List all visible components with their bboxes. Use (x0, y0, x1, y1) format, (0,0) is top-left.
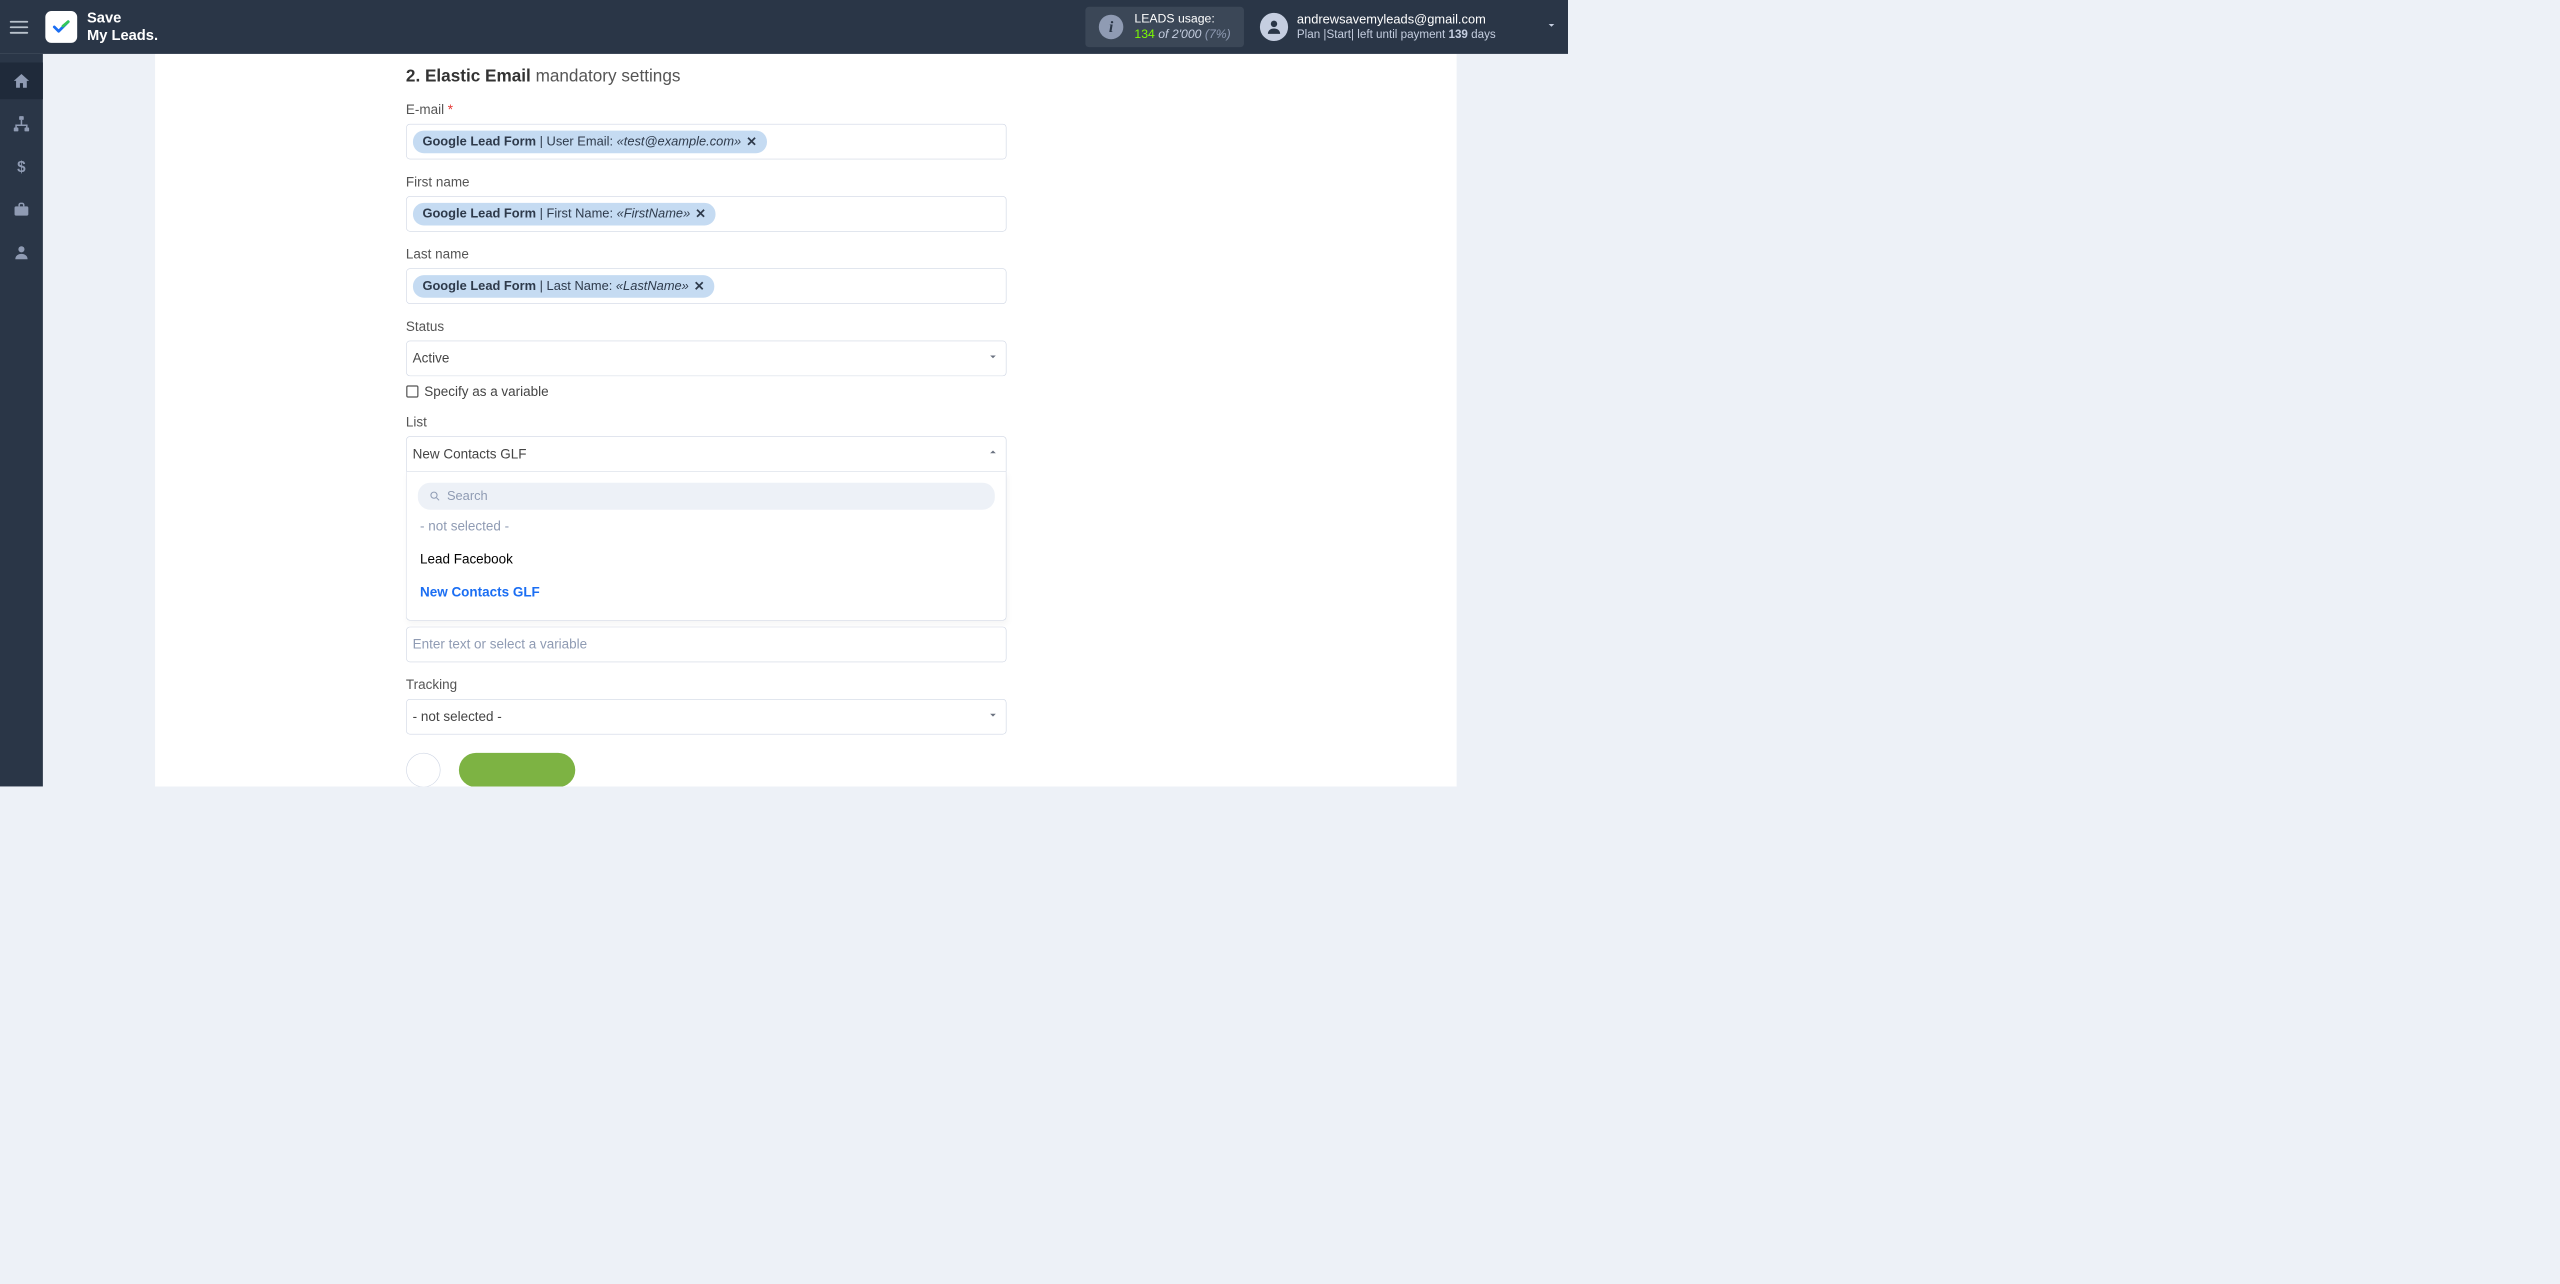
nav-account[interactable] (0, 234, 43, 271)
dollar-icon: $ (12, 157, 30, 175)
first-name-chip[interactable]: Google Lead Form | First Name: «FirstNam… (413, 202, 716, 225)
home-icon (12, 72, 30, 90)
app-name: Save My Leads. (87, 10, 158, 44)
sidebar: $ (0, 54, 43, 787)
field-first-name: First name Google Lead Form | First Name… (406, 174, 1205, 232)
chip-remove-icon[interactable]: ✕ (694, 278, 705, 293)
tracking-select[interactable]: - not selected - (406, 699, 1006, 735)
info-icon: i (1099, 15, 1124, 40)
status-select[interactable]: Active (406, 341, 1006, 377)
list-dropdown: Search - not selected - Lead Facebook Ne… (406, 472, 1006, 621)
user-info: andrewsavemyleads@gmail.com Plan |Start|… (1297, 12, 1496, 43)
list-option-new-contacts-glf[interactable]: New Contacts GLF (417, 576, 994, 609)
search-icon (428, 490, 440, 502)
usage-text: LEADS usage: 134 of 2'000 (7%) (1134, 12, 1230, 43)
field-tracking: Tracking - not selected - (406, 677, 1205, 735)
chip-remove-icon[interactable]: ✕ (695, 206, 706, 221)
nav-briefcase[interactable] (0, 191, 43, 228)
settings-card: 2. Elastic Email mandatory settings E-ma… (155, 54, 1457, 787)
nav-connections[interactable] (0, 105, 43, 142)
chevron-down-icon[interactable] (1545, 18, 1558, 35)
email-input[interactable]: Google Lead Form | User Email: «test@exa… (406, 124, 1006, 160)
continue-button[interactable] (458, 753, 574, 787)
chip-remove-icon[interactable]: ✕ (746, 134, 757, 149)
leads-usage-panel[interactable]: i LEADS usage: 134 of 2'000 (7%) (1085, 7, 1244, 47)
field-list: List New Contacts GLF Search - not selec… (406, 414, 1205, 620)
dropdown-search[interactable]: Search (417, 483, 994, 510)
app-header: Save My Leads. i LEADS usage: 134 of 2'0… (0, 0, 1568, 54)
user-menu[interactable]: andrewsavemyleads@gmail.com Plan |Start|… (1260, 12, 1496, 43)
field-extra: Enter text or select a variable (406, 627, 1205, 663)
briefcase-icon (12, 200, 30, 218)
field-last-name: Last name Google Lead Form | Last Name: … (406, 246, 1205, 304)
list-option-lead-facebook[interactable]: Lead Facebook (417, 543, 994, 576)
user-icon (12, 243, 30, 261)
chevron-up-icon (986, 445, 999, 462)
field-status: Status Active Specify as a variable (406, 319, 1205, 400)
sitemap-icon (12, 115, 30, 133)
content-area: 2. Elastic Email mandatory settings E-ma… (43, 54, 1568, 787)
first-name-input[interactable]: Google Lead Form | First Name: «FirstNam… (406, 196, 1006, 232)
email-chip[interactable]: Google Lead Form | User Email: «test@exa… (413, 130, 767, 153)
variable-input[interactable]: Enter text or select a variable (406, 627, 1006, 663)
nav-home[interactable] (0, 62, 43, 99)
nav-billing[interactable]: $ (0, 148, 43, 185)
last-name-chip[interactable]: Google Lead Form | Last Name: «LastName»… (413, 275, 715, 298)
list-option-not-selected[interactable]: - not selected - (417, 510, 994, 543)
specify-variable-row[interactable]: Specify as a variable (406, 383, 1205, 399)
chevron-down-icon (986, 350, 999, 367)
field-email: E-mail* Google Lead Form | User Email: «… (406, 102, 1205, 160)
chevron-down-icon (986, 708, 999, 725)
checkbox[interactable] (406, 385, 418, 397)
back-button[interactable] (406, 753, 440, 787)
last-name-input[interactable]: Google Lead Form | Last Name: «LastName»… (406, 268, 1006, 304)
avatar-icon (1260, 13, 1288, 41)
list-select[interactable]: New Contacts GLF (406, 436, 1006, 472)
check-icon (51, 17, 72, 38)
menu-toggle[interactable] (10, 15, 35, 40)
app-logo[interactable] (45, 11, 77, 43)
svg-text:$: $ (17, 159, 26, 176)
section-heading: 2. Elastic Email mandatory settings (406, 66, 1205, 86)
